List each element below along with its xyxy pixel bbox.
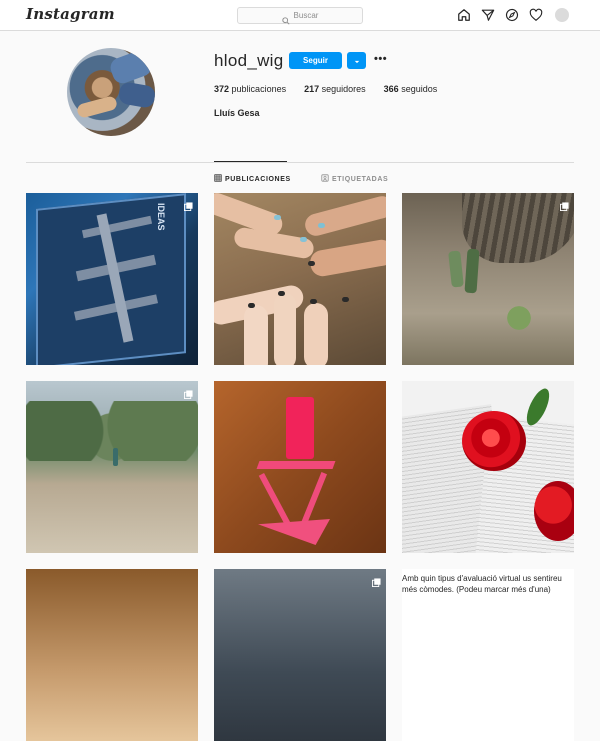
home-icon[interactable] xyxy=(456,7,472,23)
nav-icons xyxy=(456,7,569,23)
instagram-logo[interactable]: Instagram xyxy=(26,5,115,23)
profile-avatar-large xyxy=(67,48,155,136)
profile-stats: 372 publicaciones 217 seguidores 366 seg… xyxy=(214,84,455,94)
multiple-photos-icon xyxy=(372,574,381,587)
follow-button[interactable]: Seguir xyxy=(289,52,342,69)
more-options-button[interactable]: ••• xyxy=(374,53,387,65)
post-text: Amb quin tipus d'avaluació virtual us se… xyxy=(402,574,562,594)
followers-count: 217 xyxy=(304,84,320,94)
multiple-photos-icon xyxy=(184,198,193,211)
direct-icon[interactable] xyxy=(480,7,496,23)
posts-label: publicaciones xyxy=(231,84,287,94)
post-tile[interactable] xyxy=(214,569,386,741)
tab-posts-label: PUBLICACIONES xyxy=(225,175,291,183)
profile-avatar[interactable] xyxy=(555,8,569,22)
chevron-down-icon xyxy=(354,52,360,70)
profile-username: hlod_wig xyxy=(214,51,284,70)
post-tile[interactable] xyxy=(214,381,386,553)
post-tile[interactable] xyxy=(26,381,198,553)
search-icon xyxy=(281,12,290,25)
post-tile[interactable] xyxy=(402,381,574,553)
tab-posts[interactable]: PUBLICACIONES xyxy=(214,174,291,184)
post-tile[interactable]: IDEAS xyxy=(26,193,198,365)
post-tile[interactable] xyxy=(402,193,574,365)
activity-heart-icon[interactable] xyxy=(528,7,544,23)
followers-label: seguidores xyxy=(321,84,366,94)
explore-icon[interactable] xyxy=(504,7,520,23)
following-stat[interactable]: 366 seguidos xyxy=(384,84,438,94)
post-tile[interactable]: Amb quin tipus d'avaluació virtual us se… xyxy=(402,569,574,741)
grid-icon xyxy=(214,174,222,184)
post-tile[interactable] xyxy=(26,569,198,741)
post-tile[interactable] xyxy=(214,193,386,365)
active-tab-indicator xyxy=(214,161,287,162)
top-navigation-bar: Instagram Buscar xyxy=(0,0,600,31)
posts-count: 372 xyxy=(214,84,230,94)
box-text: IDEAS xyxy=(156,203,166,231)
tab-tagged-label: ETIQUETADAS xyxy=(332,175,389,183)
following-count: 366 xyxy=(383,84,399,94)
suggested-dropdown-button[interactable] xyxy=(347,52,366,69)
tab-tagged[interactable]: ETIQUETADAS xyxy=(321,174,388,184)
posts-stat: 372 publicaciones xyxy=(214,84,286,94)
multiple-photos-icon xyxy=(560,198,569,211)
multiple-photos-icon xyxy=(184,386,193,399)
search-placeholder: Buscar xyxy=(293,11,319,20)
profile-full-name: Lluís Gesa xyxy=(214,108,260,118)
following-label: seguidos xyxy=(401,84,438,94)
tagged-icon xyxy=(321,174,329,184)
followers-stat[interactable]: 217 seguidores xyxy=(304,84,366,94)
search-input[interactable]: Buscar xyxy=(237,7,363,25)
tabs-divider xyxy=(26,162,574,163)
